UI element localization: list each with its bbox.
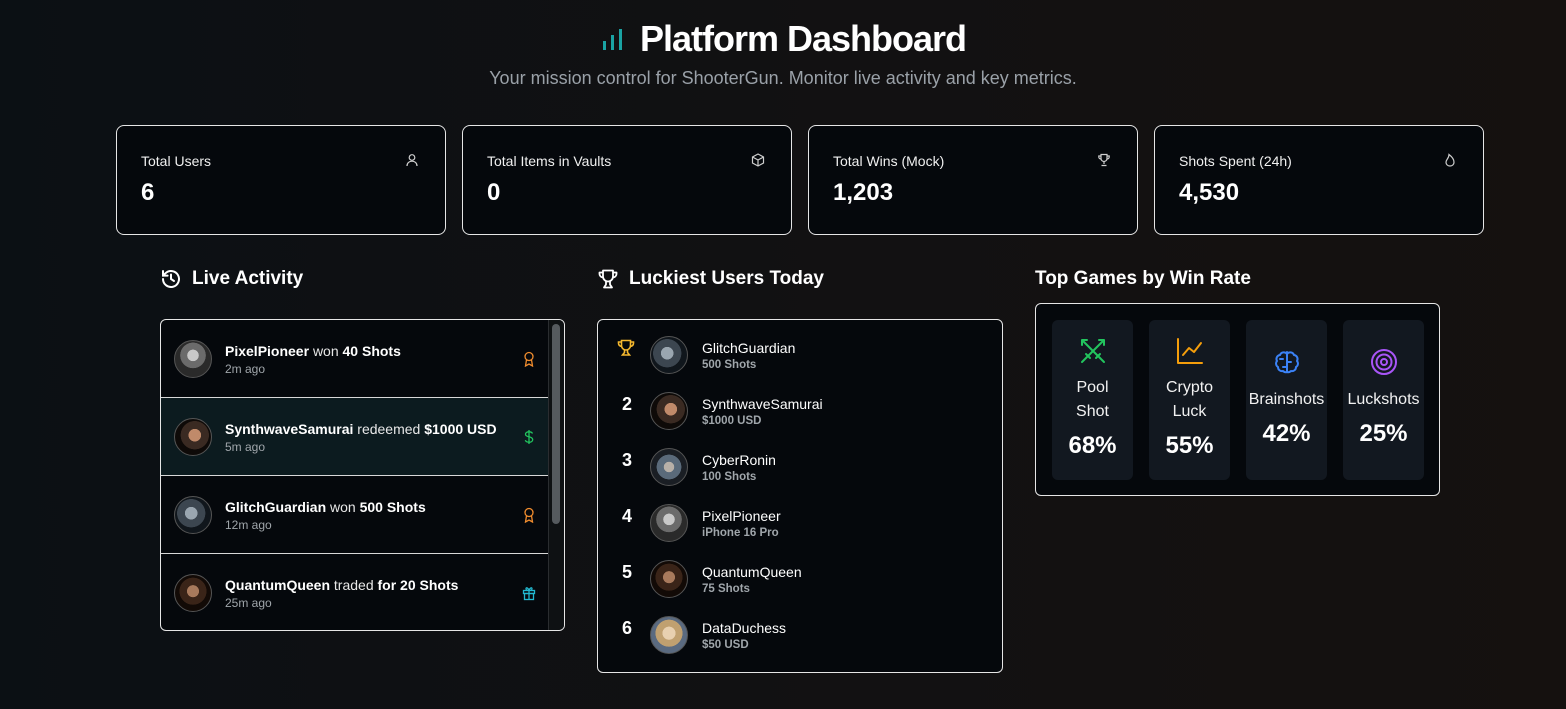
user-prize: $50 USD bbox=[702, 639, 749, 651]
gift-icon bbox=[522, 587, 536, 601]
flame-icon bbox=[1445, 153, 1455, 167]
user-name: QuantumQueen bbox=[702, 564, 802, 580]
user-prize: 100 Shots bbox=[702, 471, 757, 483]
game-card-pool-shot[interactable]: Pool Shot 68% bbox=[1052, 320, 1133, 480]
stat-card-total-wins: Total Wins (Mock) 1,203 bbox=[808, 125, 1138, 235]
stat-value: 0 bbox=[487, 179, 501, 206]
trophy-icon bbox=[598, 269, 618, 289]
avatar bbox=[174, 418, 212, 456]
luckiest-users-list: GlitchGuardian 500 Shots 2 SynthwaveSamu… bbox=[597, 319, 1003, 673]
avatar bbox=[650, 448, 688, 486]
game-win-rate: 25% bbox=[1359, 420, 1408, 447]
user-name: GlitchGuardian bbox=[702, 340, 796, 356]
list-item[interactable]: PixelPioneer won 40 Shots 2m ago bbox=[161, 320, 550, 398]
avatar bbox=[650, 616, 688, 654]
top-games-panel: Pool Shot 68% Crypto Luck 55% Brainshots 4… bbox=[1035, 303, 1440, 496]
stat-card-total-users: Total Users 6 bbox=[116, 125, 446, 235]
game-win-rate: 42% bbox=[1262, 420, 1311, 447]
user-prize: 500 Shots bbox=[702, 359, 757, 371]
list-item[interactable]: GlitchGuardian 500 Shots bbox=[598, 320, 1002, 376]
rank-number: 6 bbox=[621, 618, 632, 638]
luckiest-users-heading: Luckiest Users Today bbox=[597, 268, 824, 290]
activity-time: 12m ago bbox=[225, 518, 272, 532]
user-prize: $1000 USD bbox=[702, 415, 762, 427]
user-name: CyberRonin bbox=[702, 452, 776, 468]
list-item[interactable]: QuantumQueen traded for 20 Shots 25m ago bbox=[161, 554, 550, 630]
game-name: Luckshots bbox=[1347, 391, 1420, 408]
user-prize: 75 Shots bbox=[702, 583, 750, 595]
stat-card-shots-spent: Shots Spent (24h) 4,530 bbox=[1154, 125, 1484, 235]
list-item[interactable]: 3 CyberRonin 100 Shots bbox=[598, 432, 1002, 488]
stat-label: Shots Spent (24h) bbox=[1179, 153, 1292, 169]
rank-number: 3 bbox=[621, 450, 632, 470]
history-icon bbox=[162, 270, 180, 288]
rank-number: 5 bbox=[621, 562, 632, 582]
stat-label: Total Items in Vaults bbox=[487, 153, 612, 169]
list-item[interactable]: 4 PixelPioneer iPhone 16 Pro bbox=[598, 488, 1002, 544]
avatar bbox=[174, 574, 212, 612]
activity-time: 25m ago bbox=[225, 596, 272, 610]
section-title: Luckiest Users Today bbox=[629, 268, 825, 289]
game-win-rate: 68% bbox=[1068, 432, 1117, 459]
stat-card-total-items: Total Items in Vaults 0 bbox=[462, 125, 792, 235]
list-item[interactable]: 5 QuantumQueen 75 Shots bbox=[598, 544, 1002, 600]
stat-value: 4,530 bbox=[1179, 179, 1240, 206]
user-name: SynthwaveSamurai bbox=[702, 396, 823, 412]
award-icon bbox=[524, 351, 534, 367]
activity-text: QuantumQueen traded for 20 Shots bbox=[225, 577, 459, 593]
title-row: Platform Dashboard bbox=[0, 18, 1566, 60]
list-item[interactable]: GlitchGuardian won 500 Shots 12m ago bbox=[161, 476, 550, 554]
list-item[interactable]: 6 DataDuchess $50 USD bbox=[598, 600, 1002, 656]
dollar-icon bbox=[524, 430, 534, 444]
avatar bbox=[174, 496, 212, 534]
list-item[interactable]: 2 SynthwaveSamurai $1000 USD bbox=[598, 376, 1002, 432]
avatar bbox=[650, 504, 688, 542]
avatar bbox=[650, 392, 688, 430]
brain-icon bbox=[1275, 351, 1299, 374]
line-chart-icon bbox=[1177, 338, 1203, 364]
section-title: Live Activity bbox=[192, 268, 304, 289]
list-item[interactable]: SynthwaveSamurai redeemed $1000 USD 5m a… bbox=[161, 398, 550, 476]
live-activity-list[interactable]: PixelPioneer won 40 Shots 2m ago Synthwa… bbox=[160, 319, 565, 631]
live-activity-heading: Live Activity bbox=[160, 268, 303, 290]
activity-time: 5m ago bbox=[225, 440, 266, 454]
page-subtitle: Your mission control for ShooterGun. Mon… bbox=[489, 68, 1077, 88]
rank-number: 4 bbox=[621, 506, 632, 526]
game-win-rate: 55% bbox=[1165, 432, 1214, 459]
top-games-heading: Top Games by Win Rate bbox=[1035, 268, 1251, 290]
game-name: Crypto Luck bbox=[1165, 379, 1214, 420]
award-icon bbox=[524, 507, 534, 523]
activity-text: SynthwaveSamurai redeemed $1000 USD bbox=[225, 421, 497, 437]
target-icon bbox=[1371, 349, 1397, 375]
user-name: PixelPioneer bbox=[702, 508, 781, 524]
avatar bbox=[650, 336, 688, 374]
rank-number: 2 bbox=[621, 394, 632, 414]
box-icon bbox=[751, 153, 765, 167]
trophy-icon bbox=[1098, 153, 1110, 167]
activity-time: 2m ago bbox=[225, 362, 266, 376]
user-icon bbox=[406, 154, 418, 167]
activity-text: GlitchGuardian won 500 Shots bbox=[225, 499, 426, 515]
page-title: Platform Dashboard bbox=[639, 18, 967, 59]
crossed-swords-icon bbox=[1081, 339, 1105, 363]
trophy-icon bbox=[617, 339, 635, 356]
stat-label: Total Users bbox=[141, 153, 212, 169]
scrollbar-thumb[interactable] bbox=[552, 324, 560, 524]
game-name: Pool Shot bbox=[1076, 379, 1109, 420]
user-prize: iPhone 16 Pro bbox=[702, 527, 779, 539]
bar-chart-icon bbox=[602, 29, 622, 50]
avatar bbox=[650, 560, 688, 598]
stat-label: Total Wins (Mock) bbox=[833, 153, 945, 169]
game-card-luckshots[interactable]: Luckshots 25% bbox=[1343, 320, 1424, 480]
scrollbar[interactable] bbox=[548, 320, 564, 630]
game-card-brainshots[interactable]: Brainshots 42% bbox=[1246, 320, 1327, 480]
user-name: DataDuchess bbox=[702, 620, 787, 636]
game-card-crypto-luck[interactable]: Crypto Luck 55% bbox=[1149, 320, 1230, 480]
section-title: Top Games by Win Rate bbox=[1035, 268, 1251, 289]
stat-value: 6 bbox=[141, 179, 155, 206]
stat-value: 1,203 bbox=[833, 179, 894, 206]
avatar bbox=[174, 340, 212, 378]
activity-text: PixelPioneer won 40 Shots bbox=[225, 343, 401, 359]
game-name: Brainshots bbox=[1248, 391, 1325, 408]
